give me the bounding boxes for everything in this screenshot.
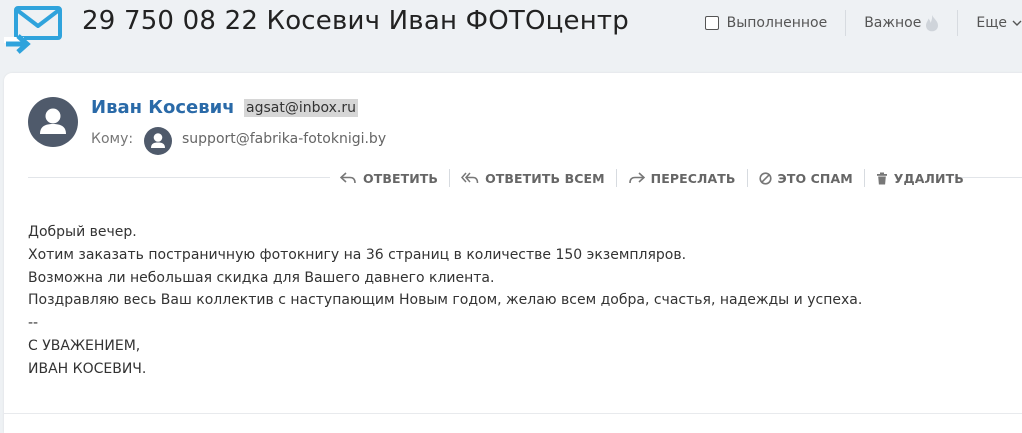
- mark-important-button[interactable]: Важное: [846, 8, 957, 38]
- actions-divider-right: [954, 177, 1022, 178]
- forward-button[interactable]: ПЕРЕСЛАТЬ: [628, 171, 736, 186]
- delete-label: УДАЛИТЬ: [893, 170, 964, 186]
- more-menu-button[interactable]: Еще: [958, 8, 1022, 38]
- action-separator: [449, 169, 451, 187]
- reply-label: ОТВЕТИТЬ: [363, 170, 439, 186]
- reply-all-button[interactable]: ОТВЕТИТЬ ВСЕМ: [461, 171, 605, 186]
- reply-all-icon: [461, 172, 479, 184]
- mark-done-toggle[interactable]: Выполненное: [687, 8, 846, 38]
- spam-label: ЭТО СПАМ: [777, 170, 853, 186]
- header-actions: Выполненное Важное Еще: [687, 8, 1022, 38]
- message-body: Добрый вечер. Хотим заказать постраничну…: [28, 221, 862, 381]
- done-label: Выполненное: [726, 15, 828, 31]
- message-actions-toolbar: ОТВЕТИТЬ ОТВЕТИТЬ ВСЕМ ПЕРЕСЛАТЬ ЭТО СПА…: [340, 168, 964, 188]
- body-line: --: [28, 315, 39, 332]
- message-bottom-divider: [4, 413, 1022, 414]
- done-checkbox[interactable]: [704, 16, 719, 30]
- user-avatar-icon: [28, 97, 78, 147]
- action-separator: [615, 169, 617, 187]
- recipient-email[interactable]: support@fabrika-fotoknigi.by: [182, 131, 386, 147]
- incoming-mail-icon: [4, 4, 64, 54]
- body-line: ИВАН КОСЕВИЧ.: [28, 360, 147, 377]
- body-line: Поздравляю весь Ваш коллектив с наступаю…: [28, 292, 863, 309]
- to-label: Кому:: [91, 131, 134, 147]
- message-card: Иван Косевич agsat@inbox.ru Кому: suppor…: [4, 73, 1022, 433]
- reply-icon: [340, 172, 356, 184]
- reply-all-label: ОТВЕТИТЬ ВСЕМ: [485, 170, 605, 186]
- action-separator: [863, 169, 865, 187]
- actions-divider-left: [28, 177, 330, 178]
- recipient-avatar-icon: [144, 127, 172, 155]
- body-line: Возможна ли небольшая скидка для Вашего …: [28, 269, 495, 286]
- chevron-down-icon: [1012, 19, 1022, 27]
- body-line: С УВАЖЕНИЕМ,: [28, 337, 141, 354]
- trash-icon: [876, 172, 887, 184]
- reply-button[interactable]: ОТВЕТИТЬ: [340, 171, 438, 186]
- sender-name[interactable]: Иван Косевич: [91, 97, 235, 118]
- flame-icon: [925, 14, 939, 32]
- action-separator: [746, 169, 748, 187]
- more-label: Еще: [976, 15, 1007, 31]
- body-line: Добрый вечер.: [28, 224, 137, 240]
- forward-icon: [628, 172, 645, 184]
- spam-button[interactable]: ЭТО СПАМ: [758, 170, 853, 186]
- delete-button[interactable]: УДАЛИТЬ: [876, 171, 964, 186]
- spam-icon: [758, 171, 772, 185]
- message-header: 29 750 08 22 Косевич Иван ФОТОцентр Выпо…: [0, 0, 1022, 72]
- message-subject: 29 750 08 22 Косевич Иван ФОТОцентр: [82, 6, 629, 36]
- forward-label: ПЕРЕСЛАТЬ: [650, 170, 736, 186]
- important-label: Важное: [864, 15, 922, 31]
- sender-email[interactable]: agsat@inbox.ru: [244, 99, 358, 117]
- body-line: Хотим заказать постраничную фотокнигу на…: [28, 246, 687, 263]
